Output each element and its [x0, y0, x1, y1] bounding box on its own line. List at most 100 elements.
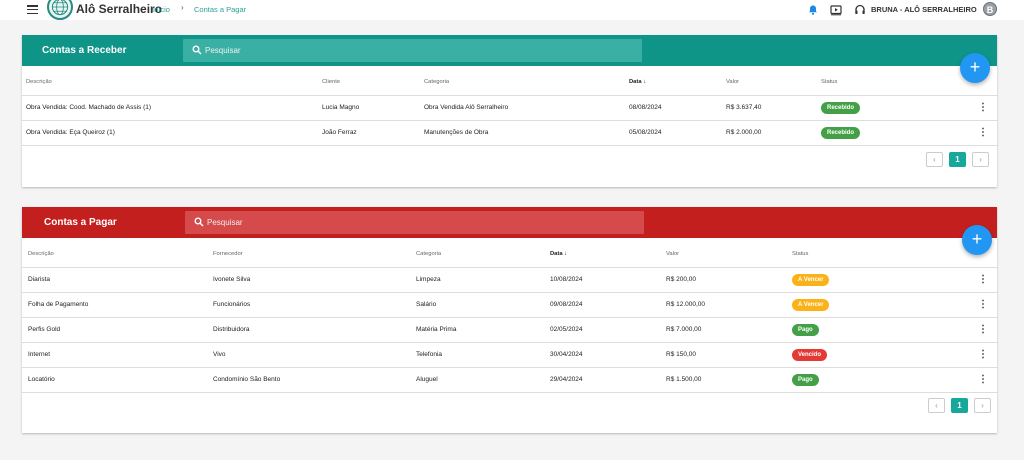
col-data[interactable]: Data ↓ — [550, 241, 666, 268]
cell-categoria: Limpeza — [416, 267, 550, 293]
cell-categoria: Aluguel — [416, 367, 550, 393]
col-fornecedor[interactable]: Fornecedor — [213, 241, 416, 268]
cell-categoria: Obra Vendida Alô Serralheiro — [424, 95, 629, 121]
cell-fornecedor: Ivonete Silva — [213, 267, 416, 293]
status-badge: Pago — [792, 323, 819, 336]
breadcrumb-current: Contas a Pagar — [194, 5, 247, 14]
cell-valor: R$ 7.000,00 — [666, 317, 792, 343]
contas-pagar-table: Descrição Fornecedor Categoria Data ↓ Va… — [22, 241, 997, 393]
col-status[interactable]: Status — [821, 69, 969, 96]
col-categoria[interactable]: Categoria — [416, 241, 550, 268]
cell-valor: R$ 1.500,00 — [666, 367, 792, 393]
cell-descricao: Internet — [22, 342, 213, 368]
contas-receber-search[interactable] — [183, 39, 642, 62]
table-row[interactable]: Locatório Condomínio São Bento Aluguel 2… — [22, 367, 997, 393]
table-row[interactable]: Perfis Gold Distribuidora Matéria Prima … — [22, 317, 997, 343]
cell-descricao: Diarista — [22, 267, 213, 293]
cell-fornecedor: Funcionários — [213, 292, 416, 318]
contas-receber-header: Contas a Receber — [22, 35, 997, 66]
menu-icon[interactable] — [27, 5, 38, 15]
cell-data: 05/08/2024 — [629, 120, 726, 146]
next-page-icon[interactable]: › — [972, 152, 989, 167]
cell-cliente: Lucia Magno — [322, 95, 424, 121]
contas-pagar-search-input[interactable] — [207, 211, 587, 234]
cell-data: 10/08/2024 — [550, 267, 666, 293]
table-row[interactable]: Obra Vendida: Cood. Machado de Assis (1)… — [22, 95, 997, 121]
col-valor[interactable]: Valor — [726, 69, 821, 96]
breadcrumb-separator: › — [181, 3, 184, 12]
prev-page-icon[interactable]: ‹ — [928, 398, 945, 413]
cell-descricao: Obra Vendida: Eça Queiroz (1) — [22, 120, 322, 146]
play-video-icon[interactable] — [830, 3, 842, 16]
table-row[interactable]: Folha de Pagamento Funcionários Salário … — [22, 292, 997, 318]
col-categoria[interactable]: Categoria — [424, 69, 629, 96]
cell-valor: R$ 200,00 — [666, 267, 792, 293]
contas-receber-card: Contas a Receber + Descrição Cliente Cat… — [22, 35, 997, 187]
table-row[interactable]: Obra Vendida: Eça Queiroz (1) João Ferra… — [22, 120, 997, 146]
globe-logo-icon — [47, 0, 73, 20]
cell-fornecedor: Vivo — [213, 342, 416, 368]
col-valor[interactable]: Valor — [666, 241, 792, 268]
sort-arrow-down-icon: ↓ — [643, 78, 647, 85]
cell-fornecedor: Condomínio São Bento — [213, 367, 416, 393]
cell-descricao: Perfis Gold — [22, 317, 213, 343]
cell-categoria: Manutenções de Obra — [424, 120, 629, 146]
cell-data: 30/04/2024 — [550, 342, 666, 368]
col-data[interactable]: Data ↓ — [629, 69, 726, 96]
cell-valor: R$ 3.637,40 — [726, 95, 821, 121]
contas-pagar-header: Contas a Pagar — [22, 207, 997, 238]
status-badge: Recebido — [821, 126, 861, 139]
more-vert-icon[interactable]: ⋮ — [969, 317, 997, 343]
more-vert-icon[interactable]: ⋮ — [969, 95, 997, 121]
status-badge: Recebido — [821, 101, 861, 114]
cell-valor: R$ 2.000,00 — [726, 120, 821, 146]
search-icon — [192, 45, 202, 55]
cell-fornecedor: Distribuidora — [213, 317, 416, 343]
contas-pagar-pagination: ‹ 1 › — [928, 398, 991, 413]
contas-receber-title: Contas a Receber — [42, 45, 127, 56]
cell-cliente: João Ferraz — [322, 120, 424, 146]
contas-pagar-card: Contas a Pagar + Descrição Fornecedor Ca… — [22, 207, 997, 433]
table-row[interactable]: Internet Vivo Telefonia 30/04/2024 R$ 15… — [22, 342, 997, 368]
contas-receber-search-input[interactable] — [205, 39, 585, 62]
prev-page-icon[interactable]: ‹ — [926, 152, 943, 167]
user-avatar[interactable]: B — [983, 2, 997, 16]
table-row[interactable]: Diarista Ivonete Silva Limpeza 10/08/202… — [22, 267, 997, 293]
cell-descricao: Folha de Pagamento — [22, 292, 213, 318]
col-descricao[interactable]: Descrição — [22, 69, 322, 96]
next-page-icon[interactable]: › — [974, 398, 991, 413]
col-descricao[interactable]: Descrição — [22, 241, 213, 268]
page-number-button[interactable]: 1 — [949, 152, 966, 167]
more-vert-icon[interactable]: ⋮ — [969, 342, 997, 368]
cell-data: 09/08/2024 — [550, 292, 666, 318]
contas-receber-table: Descrição Cliente Categoria Data ↓ Valor… — [22, 69, 997, 146]
more-vert-icon[interactable]: ⋮ — [969, 367, 997, 393]
cell-data: 29/04/2024 — [550, 367, 666, 393]
cell-descricao: Locatório — [22, 367, 213, 393]
top-bar: Alô Serralheiro Início › Contas a Pagar … — [0, 0, 1024, 20]
status-badge: A Vencer — [792, 273, 830, 286]
contas-pagar-search[interactable] — [185, 211, 644, 234]
more-vert-icon[interactable]: ⋮ — [969, 292, 997, 318]
more-vert-icon[interactable]: ⋮ — [969, 120, 997, 146]
cell-valor: R$ 150,00 — [666, 342, 792, 368]
headset-support-icon[interactable] — [854, 3, 866, 15]
more-vert-icon[interactable]: ⋮ — [969, 267, 997, 293]
cell-data: 08/08/2024 — [629, 95, 726, 121]
cell-descricao: Obra Vendida: Cood. Machado de Assis (1) — [22, 95, 322, 121]
cell-valor: R$ 12.000,00 — [666, 292, 792, 318]
cell-data: 02/05/2024 — [550, 317, 666, 343]
cell-categoria: Matéria Prima — [416, 317, 550, 343]
page-number-button[interactable]: 1 — [951, 398, 968, 413]
bell-icon[interactable] — [807, 3, 819, 15]
sort-arrow-down-icon: ↓ — [564, 250, 568, 257]
contas-receber-pagination: ‹ 1 › — [926, 152, 989, 167]
brand-name: Alô Serralheiro — [76, 2, 163, 16]
breadcrumb-home[interactable]: Início — [152, 5, 170, 14]
cell-categoria: Telefonia — [416, 342, 550, 368]
contas-pagar-title: Contas a Pagar — [44, 217, 117, 228]
user-name[interactable]: BRUNA - ALÔ SERRALHEIRO — [871, 5, 977, 14]
col-cliente[interactable]: Cliente — [322, 69, 424, 96]
col-status[interactable]: Status — [792, 241, 969, 268]
search-icon — [194, 217, 204, 227]
